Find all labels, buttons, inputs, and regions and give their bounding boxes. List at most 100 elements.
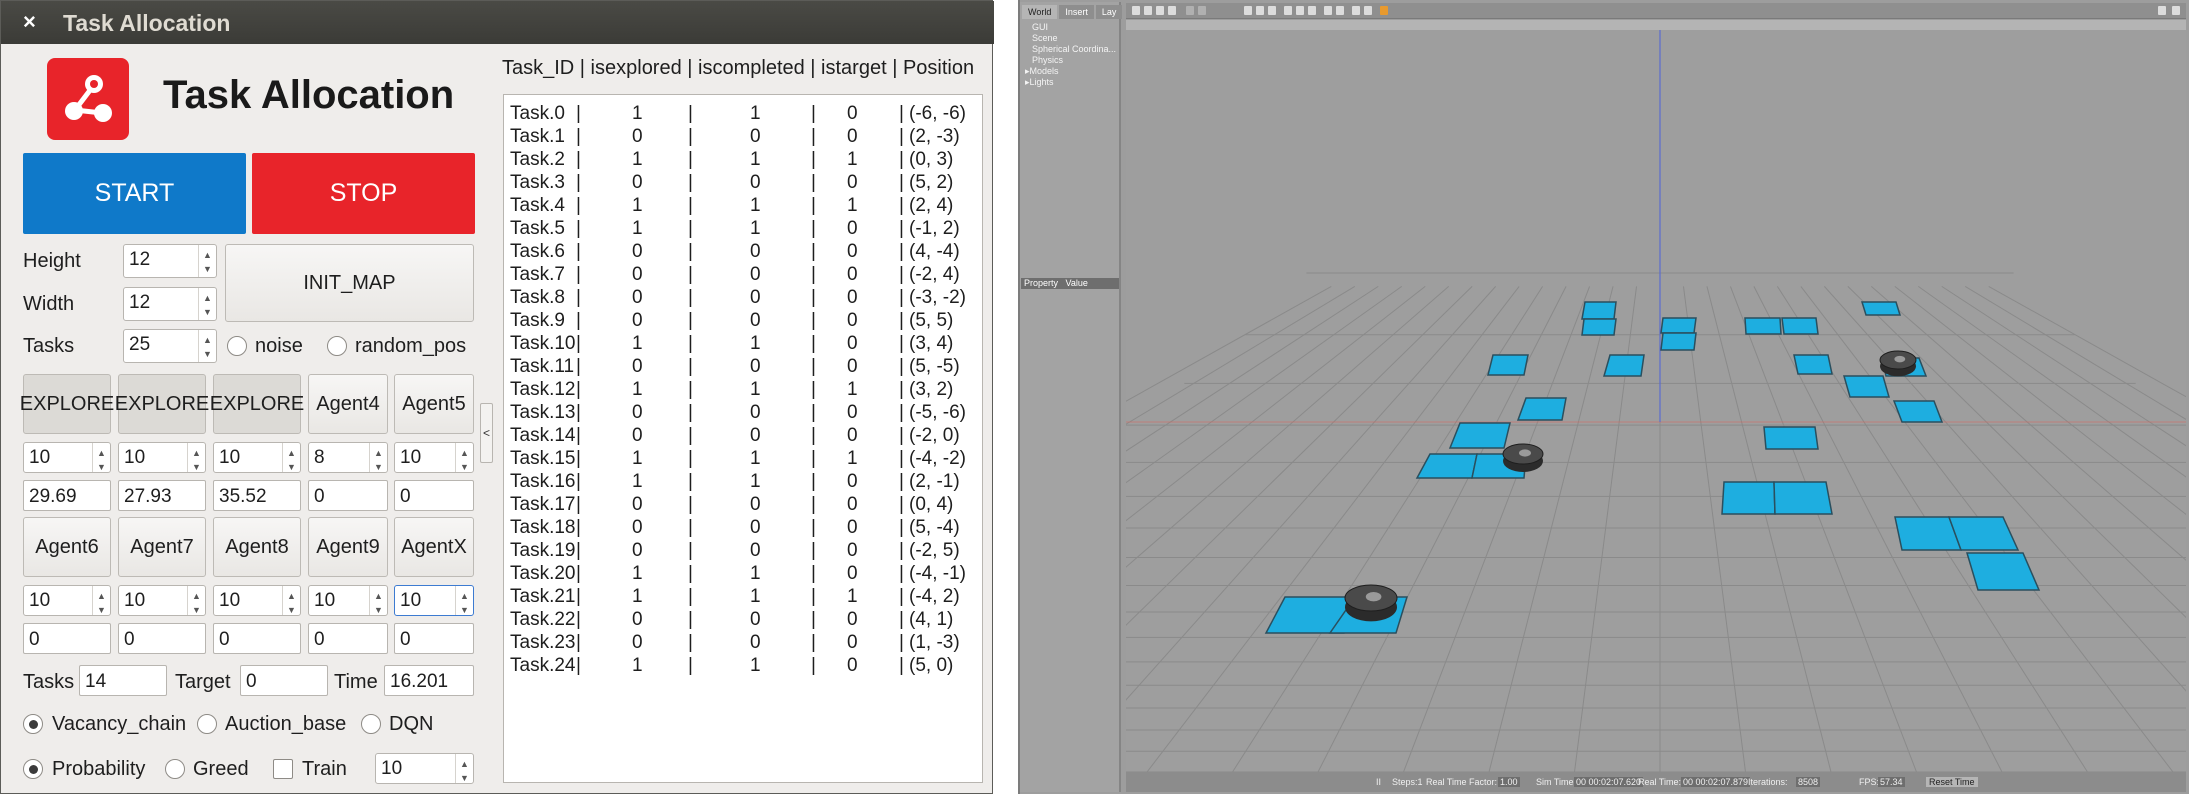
stop-button[interactable]: STOP: [252, 153, 475, 234]
agent2-value-field[interactable]: 27.93: [118, 480, 206, 511]
agent7-spinbox[interactable]: 10 ▲ ▼: [118, 585, 206, 616]
greed-radio[interactable]: [165, 759, 185, 779]
summary-tasks-field[interactable]: 14: [79, 665, 167, 696]
task-tile[interactable]: [1516, 397, 1567, 421]
robot-model[interactable]: [1344, 584, 1398, 622]
spotlight-icon[interactable]: [1296, 6, 1304, 15]
pause-icon[interactable]: II: [1376, 777, 1381, 787]
reset-time-button[interactable]: Reset Time: [1926, 777, 1978, 787]
task-tile[interactable]: [1660, 317, 1697, 334]
tree-item-gui[interactable]: GUI: [1032, 22, 1048, 32]
spin-arrows-icon[interactable]: ▲ ▼: [455, 443, 473, 472]
task-tile[interactable]: [1721, 481, 1776, 515]
width-spinbox[interactable]: 12 ▲ ▼: [123, 287, 217, 321]
rotate-icon[interactable]: [1156, 6, 1164, 15]
paste-icon[interactable]: [1336, 6, 1344, 15]
agent7-value-field[interactable]: 0: [118, 623, 206, 654]
box-icon[interactable]: [1244, 6, 1252, 15]
agent9-value-field[interactable]: 0: [308, 623, 388, 654]
spin-arrows-icon[interactable]: ▲ ▼: [455, 754, 473, 783]
tasks-spinbox[interactable]: 25 ▲ ▼: [123, 329, 217, 363]
spin-arrows-icon[interactable]: ▲ ▼: [92, 586, 110, 615]
tab-layers[interactable]: Lay: [1095, 5, 1123, 19]
task-tile[interactable]: [1860, 301, 1902, 316]
undo-icon[interactable]: [1186, 6, 1194, 15]
task-tile[interactable]: [1448, 422, 1511, 449]
vacancy-chain-radio[interactable]: [23, 714, 43, 734]
tree-item-scene[interactable]: Scene: [1032, 33, 1058, 43]
agent6-spinbox[interactable]: 10 ▲ ▼: [23, 585, 111, 616]
spin-arrows-icon[interactable]: ▲ ▼: [92, 443, 110, 472]
agent1-value-field[interactable]: 29.69: [23, 480, 111, 511]
agent5-value-field[interactable]: 0: [394, 480, 474, 511]
train-spinbox[interactable]: 10 ▲ ▼: [375, 753, 474, 784]
align-icon[interactable]: [1352, 6, 1360, 15]
random-pos-radio[interactable]: [327, 336, 347, 356]
agent8-value-field[interactable]: 0: [213, 623, 301, 654]
fullscreen-icon[interactable]: [2172, 6, 2180, 15]
agent2-spinbox[interactable]: 10 ▲ ▼: [118, 442, 206, 473]
agent3-value-field[interactable]: 35.52: [213, 480, 301, 511]
tree-item-physics[interactable]: Physics: [1032, 55, 1063, 65]
agentx-button[interactable]: AgentX: [394, 517, 474, 577]
init-map-button[interactable]: INIT_MAP: [225, 244, 474, 322]
agent6-button[interactable]: Agent6: [23, 517, 111, 577]
agent5-button[interactable]: Agent5: [394, 374, 474, 434]
tree-item-models[interactable]: ▸Models: [1025, 66, 1059, 77]
tab-insert[interactable]: Insert: [1059, 5, 1094, 19]
agent8-spinbox[interactable]: 10 ▲ ▼: [213, 585, 301, 616]
spin-arrows-icon[interactable]: ▲ ▼: [455, 586, 473, 615]
dirlight-icon[interactable]: [1308, 6, 1316, 15]
snap-icon[interactable]: [1364, 6, 1372, 15]
task-tile[interactable]: [1744, 317, 1782, 335]
task-tile[interactable]: [1781, 317, 1819, 335]
probability-radio[interactable]: [23, 759, 43, 779]
translate-icon[interactable]: [1144, 6, 1152, 15]
task-tile[interactable]: [1843, 375, 1890, 398]
noise-radio[interactable]: [227, 336, 247, 356]
agent4-value-field[interactable]: 0: [308, 480, 388, 511]
agent8-button[interactable]: Agent8: [213, 517, 301, 577]
agent3-spinbox[interactable]: 10 ▲ ▼: [213, 442, 301, 473]
task-tile[interactable]: [1660, 332, 1697, 351]
camera-icon[interactable]: [2158, 6, 2166, 15]
robot-model[interactable]: [1502, 443, 1544, 472]
dqn-radio[interactable]: [361, 714, 381, 734]
spin-arrows-icon[interactable]: ▲ ▼: [198, 330, 216, 362]
task-tile[interactable]: [1892, 400, 1944, 423]
agent2-button[interactable]: EXPLORE: [115, 374, 209, 434]
task-tile[interactable]: [1763, 426, 1819, 450]
agent1-spinbox[interactable]: 10 ▲ ▼: [23, 442, 111, 473]
train-checkbox[interactable]: [273, 759, 293, 779]
spin-arrows-icon[interactable]: ▲ ▼: [369, 443, 387, 472]
tab-world[interactable]: World: [1022, 5, 1058, 19]
spin-arrows-icon[interactable]: ▲ ▼: [282, 586, 300, 615]
time-field[interactable]: 16.201: [384, 665, 474, 696]
height-spinbox[interactable]: 12 ▲ ▼: [123, 244, 217, 278]
task-tile[interactable]: [1581, 301, 1617, 320]
redo-icon[interactable]: [1198, 6, 1206, 15]
start-button[interactable]: START: [23, 153, 246, 234]
spin-arrows-icon[interactable]: ▲ ▼: [187, 586, 205, 615]
scale-icon[interactable]: [1168, 6, 1176, 15]
agent5-spinbox[interactable]: 10 ▲ ▼: [394, 442, 474, 473]
spin-arrows-icon[interactable]: ▲ ▼: [187, 443, 205, 472]
collapse-panel-button[interactable]: <: [480, 403, 493, 463]
cylinder-icon[interactable]: [1268, 6, 1276, 15]
agent4-spinbox[interactable]: 8 ▲ ▼: [308, 442, 388, 473]
close-icon[interactable]: ×: [23, 9, 36, 35]
agentx-value-field[interactable]: 0: [394, 623, 474, 654]
agent6-value-field[interactable]: 0: [23, 623, 111, 654]
gazebo-3d-viewport[interactable]: [330, 30, 2189, 773]
agent3-button[interactable]: EXPLORE: [210, 374, 304, 434]
agent7-button[interactable]: Agent7: [118, 517, 206, 577]
steps-label[interactable]: Steps:1: [1392, 777, 1423, 787]
agentx-spinbox[interactable]: 10 ▲ ▼: [394, 585, 474, 616]
spin-arrows-icon[interactable]: ▲ ▼: [198, 245, 216, 277]
spin-arrows-icon[interactable]: ▲ ▼: [369, 586, 387, 615]
tree-item-lights[interactable]: ▸Lights: [1025, 77, 1054, 88]
task-table[interactable]: Task.0 | 1 | 1 | 0 | (-6, -6) Task.1 | 0 | 0 | 0 | (2, -3…: [503, 94, 983, 783]
task-tile[interactable]: [1487, 354, 1529, 376]
task-tile[interactable]: [1793, 354, 1833, 375]
select-icon[interactable]: [1132, 6, 1140, 15]
